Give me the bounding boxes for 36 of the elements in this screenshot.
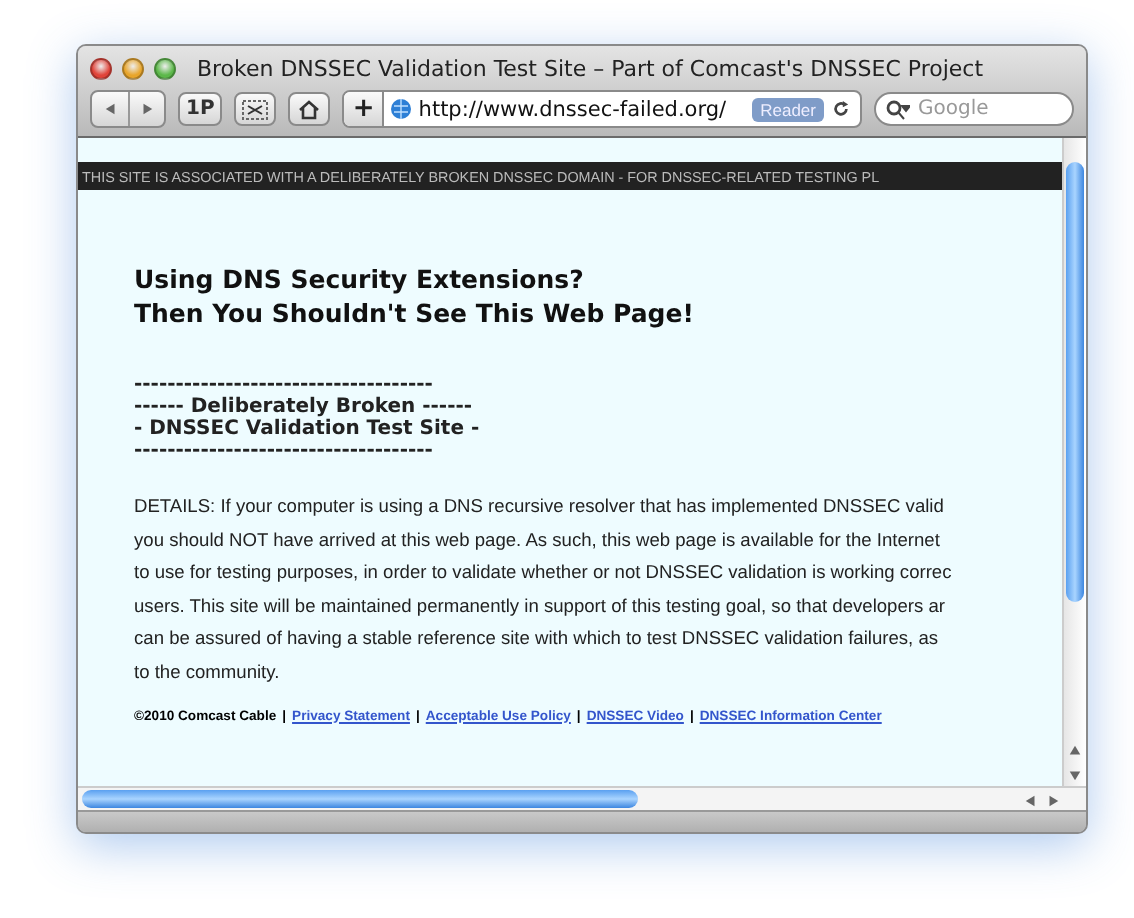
window-title: Broken DNSSEC Validation Test Site – Part of Comcast's DNSSEC Project — [194, 55, 986, 81]
subtitle-line: - DNSSEC Validation Test Site - — [134, 418, 482, 440]
subtitle-line: ------ Deliberately Broken ------ — [134, 396, 475, 418]
details-line: you should NOT have arrived at this web page. As such, this web page is available for the Internet — [134, 527, 942, 554]
home-icon — [298, 99, 321, 119]
page-heading: Then You Shouldn't See This Web Page! — [134, 296, 696, 330]
scroll-thumb[interactable] — [82, 790, 638, 808]
back-icon — [103, 102, 117, 116]
reload-icon[interactable] — [832, 100, 850, 118]
right-arrow-icon — [1046, 793, 1060, 807]
left-arrow-icon — [1024, 793, 1038, 807]
globe-icon — [390, 98, 413, 120]
details-line: to use for testing purposes, in order to validate whether or not DNSSEC validation is working correc — [134, 560, 954, 587]
snippet-button[interactable] — [234, 92, 277, 126]
add-bookmark-button[interactable]: + — [344, 92, 385, 126]
address-field[interactable]: + http://www.dnssec-failed.org/ Reader — [342, 90, 862, 128]
top-sites-button[interactable]: 1P — [178, 92, 223, 126]
vertical-scrollbar[interactable] — [1062, 138, 1086, 786]
up-arrow-icon — [1068, 743, 1082, 757]
details-line: users. This site will be maintained permanently in support of this testing goal, so that developers ar — [134, 593, 947, 620]
subtitle-line: ------------------------------------ — [134, 374, 435, 396]
home-button[interactable] — [288, 92, 331, 126]
details-line: DETAILS: If your computer is using a DNS recursive resolver that has implemented DNSSEC valid — [134, 494, 946, 520]
url-text: http://www.dnssec-failed.org/ — [418, 97, 729, 121]
subtitle-line: ------------------------------------ — [134, 440, 435, 462]
details-line: to the community. — [134, 659, 282, 686]
page-heading: Using DNS Security Extensions? — [134, 262, 586, 296]
search-field[interactable]: Google — [874, 92, 1074, 126]
zoom-button[interactable] — [154, 57, 176, 79]
scroll-thumb[interactable] — [1066, 162, 1084, 602]
close-button[interactable] — [90, 57, 112, 79]
search-icon — [886, 100, 910, 120]
details-line: can be assured of having a stable reference site with which to test DNSSEC validation failures, as — [134, 626, 941, 653]
down-arrow-icon — [1068, 767, 1082, 781]
minimize-button[interactable] — [122, 57, 144, 79]
forward-icon — [140, 102, 154, 116]
